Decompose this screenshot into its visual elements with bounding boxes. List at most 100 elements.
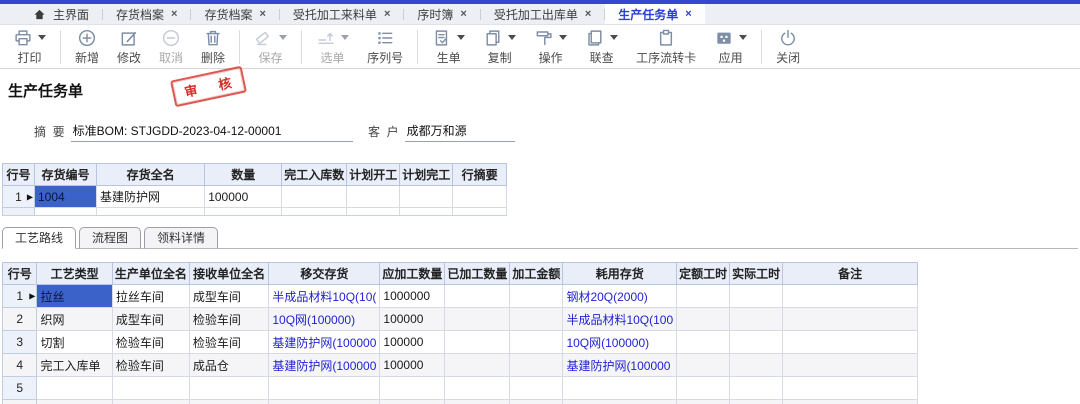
tab-item[interactable]: 受托加工来料单× — [280, 4, 403, 24]
grid-cell[interactable] — [730, 331, 783, 354]
grid-cell[interactable] — [282, 208, 347, 217]
grid-cell[interactable] — [269, 400, 380, 404]
grid-cell[interactable] — [730, 354, 783, 377]
grid-cell[interactable]: 10Q网(100000) — [269, 308, 380, 331]
grid-cell[interactable] — [563, 400, 677, 404]
apply-button[interactable]: 应用 — [705, 27, 756, 66]
dropdown-caret-icon[interactable] — [279, 35, 287, 40]
column-header[interactable]: 存货全名 — [96, 164, 204, 186]
grid-cell[interactable] — [347, 208, 400, 217]
grid-cell[interactable] — [783, 377, 918, 400]
grid-cell[interactable] — [510, 331, 563, 354]
modify-button[interactable]: 修改 — [108, 27, 150, 66]
column-header[interactable]: 存货编号 — [35, 164, 97, 186]
grid-cell[interactable]: 100000 — [380, 331, 445, 354]
grid-cell[interactable]: 100000 — [380, 354, 445, 377]
grid-cell[interactable] — [730, 377, 783, 400]
row-number-cell[interactable]: 1▶ — [3, 186, 35, 208]
column-header[interactable]: 数量 — [205, 164, 282, 186]
grid-cell[interactable] — [510, 377, 563, 400]
dropdown-caret-icon[interactable] — [508, 35, 516, 40]
close-icon[interactable]: × — [259, 9, 265, 20]
grid-cell[interactable] — [510, 400, 563, 404]
grid-cell[interactable]: 切割 — [37, 331, 112, 354]
close-icon[interactable]: × — [585, 9, 591, 20]
row-number-cell[interactable]: 3 — [3, 331, 37, 354]
grid-cell[interactable]: 检验车间 — [112, 331, 189, 354]
grid-cell[interactable] — [677, 354, 730, 377]
grid-cell[interactable] — [445, 400, 510, 404]
grid-cell[interactable]: 成型车间 — [112, 308, 189, 331]
close-button[interactable]: 关闭 — [767, 27, 809, 66]
grid-cell[interactable]: 10Q网(100000) — [563, 331, 677, 354]
grid-cell[interactable] — [677, 331, 730, 354]
grid-cell[interactable] — [783, 308, 918, 331]
save-button[interactable]: 保存 — [245, 27, 296, 66]
grid-cell[interactable]: 基建防护网(100000 — [563, 354, 677, 377]
close-icon[interactable]: × — [685, 9, 691, 20]
grid-cell[interactable]: 织网 — [37, 308, 112, 331]
grid-cell[interactable] — [445, 285, 510, 308]
column-header[interactable]: 行摘要 — [453, 164, 507, 186]
grid-cell[interactable] — [453, 186, 507, 208]
grid-cell[interactable] — [677, 400, 730, 404]
dropdown-caret-icon[interactable] — [457, 35, 465, 40]
grid-cell[interactable] — [35, 208, 97, 217]
grid-cell[interactable] — [347, 186, 400, 208]
dropdown-caret-icon[interactable] — [610, 35, 618, 40]
print-button[interactable]: 打印 — [4, 27, 55, 66]
operate-button[interactable]: 操作 — [525, 27, 576, 66]
grid-cell[interactable] — [112, 400, 189, 404]
tab-item[interactable]: 受托加工出库单× — [481, 4, 604, 24]
column-header[interactable]: 接收单位全名 — [189, 263, 268, 285]
tab-item[interactable]: 存货档案× — [103, 4, 190, 24]
grid-cell[interactable] — [380, 400, 445, 404]
grid-cell[interactable]: 半成品材料10Q(10( — [269, 285, 380, 308]
grid-cell[interactable] — [677, 308, 730, 331]
row-number-cell[interactable]: 5 — [3, 377, 37, 400]
column-header[interactable]: 工艺类型 — [37, 263, 112, 285]
grid-cell[interactable] — [510, 285, 563, 308]
grid-cell[interactable] — [400, 208, 453, 217]
grid-cell[interactable]: 成品仓 — [189, 354, 268, 377]
close-icon[interactable]: × — [171, 9, 177, 20]
tab-process-route[interactable]: 工艺路线 — [2, 227, 76, 249]
grid-cell[interactable]: 拉丝 — [37, 285, 112, 308]
column-header[interactable]: 耗用存货 — [563, 263, 677, 285]
grid-cell[interactable] — [510, 308, 563, 331]
grid-cell[interactable] — [783, 400, 918, 404]
close-icon[interactable]: × — [384, 9, 390, 20]
column-header[interactable]: 行号 — [3, 263, 37, 285]
grid-cell[interactable] — [189, 400, 268, 404]
grid-cell[interactable] — [189, 377, 268, 400]
grid-cell[interactable] — [510, 354, 563, 377]
grid-cell[interactable] — [783, 331, 918, 354]
row-number-cell[interactable]: 1▶ — [3, 285, 37, 308]
grid-cell[interactable] — [730, 285, 783, 308]
column-header[interactable]: 移交存货 — [269, 263, 380, 285]
grid-cell[interactable] — [445, 308, 510, 331]
row-number-cell[interactable]: 4 — [3, 354, 37, 377]
process-card-button[interactable]: 工序流转卡 — [627, 27, 705, 66]
dropdown-caret-icon[interactable] — [559, 35, 567, 40]
tab-item[interactable]: 存货档案× — [191, 4, 278, 24]
link-query-button[interactable]: 联查 — [576, 27, 627, 66]
delete-button[interactable]: 删除 — [192, 27, 234, 66]
column-header[interactable]: 行号 — [3, 164, 35, 186]
grid-cell[interactable] — [730, 400, 783, 404]
grid-cell[interactable]: 检验车间 — [189, 331, 268, 354]
grid-cell[interactable]: 基建防护网(100000 — [269, 331, 380, 354]
create-doc-button[interactable]: 生单 — [423, 27, 474, 66]
grid-cell[interactable] — [37, 377, 112, 400]
copy-button[interactable]: 复制 — [474, 27, 525, 66]
grid-cell[interactable] — [783, 285, 918, 308]
row-number-cell[interactable] — [3, 208, 35, 217]
grid-cell[interactable]: 拉丝车间 — [112, 285, 189, 308]
grid-cell[interactable]: 基建防护网 — [96, 186, 204, 208]
close-icon[interactable]: × — [460, 9, 466, 20]
column-header[interactable]: 计划开工 — [347, 164, 400, 186]
grid-cell[interactable] — [730, 308, 783, 331]
tab-item[interactable]: 序时簿× — [404, 4, 479, 24]
grid-cell[interactable] — [400, 186, 453, 208]
grid-cell[interactable]: 半成品材料10Q(100 — [563, 308, 677, 331]
